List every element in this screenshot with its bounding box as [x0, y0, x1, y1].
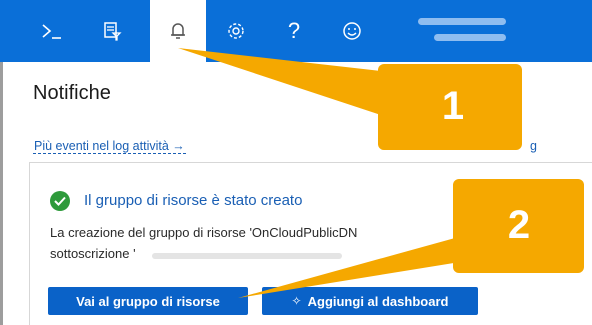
directory-filter-icon[interactable]	[90, 0, 134, 62]
notification-title: Il gruppo di risorse è stato creato	[84, 192, 303, 209]
go-to-resource-group-button[interactable]: Vai al gruppo di risorse	[48, 287, 248, 315]
truncated-link-fragment[interactable]: g	[530, 139, 537, 153]
go-to-resource-group-label: Vai al gruppo di risorse	[76, 293, 220, 309]
account-info-blurred[interactable]	[408, 12, 518, 48]
help-icon[interactable]: ?	[272, 0, 316, 62]
feedback-smiley-icon[interactable]	[330, 0, 374, 62]
pin-icon: ✧	[291, 294, 302, 308]
callout-1-label: 1	[441, 84, 465, 128]
top-toolbar: ?	[0, 0, 592, 62]
notification-body-line2: sottoscrizione '	[50, 246, 136, 261]
panel-title: Notifiche	[33, 82, 111, 104]
notification-body-line1: La creazione del gruppo di risorse 'OnCl…	[50, 225, 358, 240]
notifications-bell-icon[interactable]	[150, 0, 206, 62]
success-check-icon	[50, 191, 70, 211]
pin-to-dashboard-button[interactable]: ✧ Aggiungi al dashboard	[262, 287, 478, 315]
activity-log-link[interactable]: Più eventi nel log attività →	[33, 139, 186, 154]
settings-gear-icon[interactable]	[214, 0, 258, 62]
redacted-subscription-name	[152, 253, 342, 259]
cloud-shell-icon[interactable]	[30, 0, 74, 62]
portal-screenshot: ? Notifiche Più eventi nel log attività …	[0, 0, 592, 325]
pin-to-dashboard-label: Aggiungi al dashboard	[307, 293, 449, 309]
callout-2-label: 2	[507, 203, 531, 247]
notifications-panel: Notifiche Più eventi nel log attività → …	[3, 62, 592, 325]
